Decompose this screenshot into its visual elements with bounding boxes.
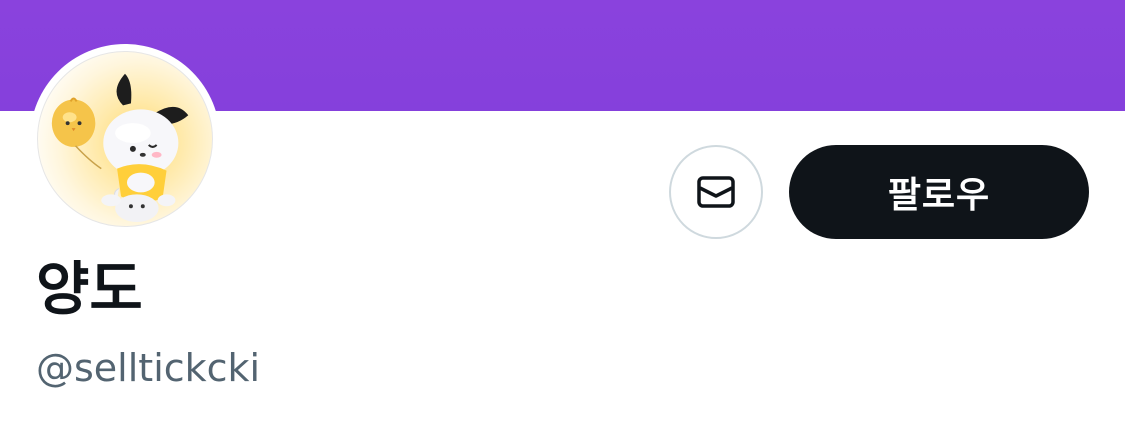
pochacco-avatar-image xyxy=(51,73,189,223)
follow-button-label: 팔로우 xyxy=(887,175,991,216)
follow-button[interactable]: 팔로우 xyxy=(789,145,1089,239)
avatar-ring xyxy=(30,44,220,234)
message-button[interactable] xyxy=(669,145,763,239)
display-name: 양도 xyxy=(36,255,143,323)
user-handle: @selltickcki xyxy=(36,346,261,390)
avatar[interactable] xyxy=(37,51,213,227)
profile-header: 팔로우 양도 @selltickcki xyxy=(0,0,1125,441)
envelope-icon xyxy=(697,176,735,208)
